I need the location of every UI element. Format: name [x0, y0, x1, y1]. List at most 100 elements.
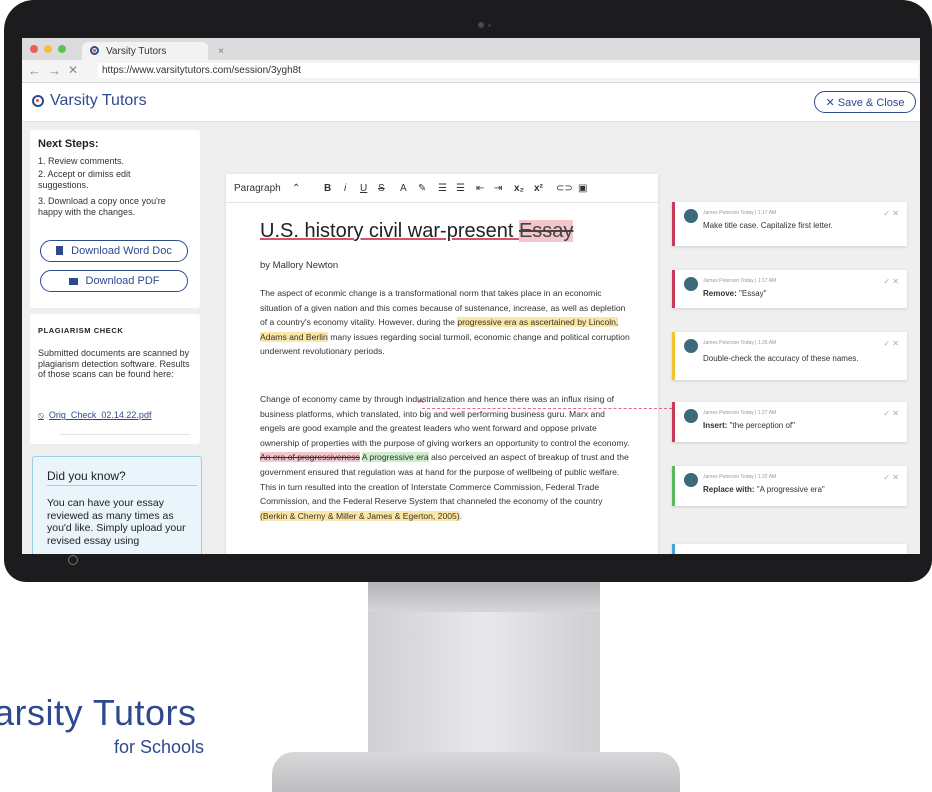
font-color-icon[interactable]: A: [400, 183, 407, 194]
download-word-label: Download Word Doc: [71, 245, 172, 257]
divider: [60, 434, 190, 435]
reject-icon[interactable]: ✕: [892, 473, 899, 482]
download-pdf-button[interactable]: Download PDF: [40, 270, 188, 292]
webcam: [478, 22, 484, 28]
plagiarism-file-name: Orig_Check_02.14.22.pdf: [48, 410, 152, 420]
comment-text: Insert: "the perception of": [703, 421, 899, 430]
paragraph-style-select[interactable]: Paragraph: [234, 183, 281, 194]
comment-actions: ✓ ✕: [883, 209, 899, 218]
url-input[interactable]: https://www.varsitytutors.com/session/3y…: [98, 63, 918, 78]
accept-icon[interactable]: ✓: [883, 209, 890, 218]
reject-icon[interactable]: ✕: [892, 339, 899, 348]
webcam-sensor: [488, 24, 491, 27]
comment-meta: James Peterson Today | 1:17 AM: [703, 210, 777, 216]
comment-actions: ✓ ✕: [883, 473, 899, 482]
highlight-icon[interactable]: ✎: [418, 183, 426, 194]
comment-body: Double-check the accuracy of these names…: [703, 354, 859, 363]
plagiarism-file-link[interactable]: ⦸ Orig_Check_02.14.22.pdf: [38, 410, 151, 421]
comment-body: Make title case. Capitalize first letter…: [703, 221, 833, 230]
avatar: [683, 408, 699, 424]
comment-meta: James Peterson Today | 1:27 AM: [703, 410, 777, 416]
highlighted-citation[interactable]: (Berkin & Cherny & Miller & James & Eger…: [260, 510, 460, 521]
save-close-button[interactable]: ✕ Save & Close: [814, 91, 916, 113]
bullet-list-icon[interactable]: ☰: [456, 183, 465, 194]
image-icon[interactable]: ▣: [578, 183, 587, 194]
avatar: [683, 276, 699, 292]
inserted-text[interactable]: A progressive era: [361, 452, 429, 463]
comment-text: Remove: "Essay": [703, 289, 899, 298]
document-byline: by Mallory Newton: [260, 260, 339, 271]
indent-icon[interactable]: ⇥: [494, 183, 502, 194]
avatar: [683, 338, 699, 354]
power-icon: [68, 555, 78, 565]
comment-connector: [422, 408, 672, 409]
subscript-icon[interactable]: x₂: [514, 183, 524, 194]
browser-tab[interactable]: Varsity Tutors ×: [82, 42, 224, 60]
plagiarism-card: PLAGIARISM CHECK Submitted documents are…: [30, 314, 200, 444]
forward-icon[interactable]: →: [48, 63, 61, 78]
screen: Varsity Tutors × ← → ✕ https://www.varsi…: [22, 38, 920, 554]
italic-icon[interactable]: i: [344, 183, 346, 194]
maximize-window-dot[interactable]: [58, 45, 66, 53]
reject-icon[interactable]: ✕: [892, 409, 899, 418]
close-window-dot[interactable]: [30, 45, 38, 53]
monitor-base: [272, 752, 680, 792]
tab-title: Varsity Tutors: [106, 46, 167, 57]
document-editor[interactable]: Paragraph ⌃ B i U S A ✎ ☰ ☰ ⇤ ⇥ x₂ x² ⊂⊃…: [226, 174, 658, 554]
comment-actions: ✓ ✕: [883, 339, 899, 348]
strikethrough-icon[interactable]: S: [378, 183, 385, 194]
avatar: [683, 472, 699, 488]
tab-close-icon[interactable]: ×: [218, 46, 224, 57]
pdf-icon: [68, 278, 78, 285]
underline-icon[interactable]: U: [360, 183, 367, 194]
comment-card[interactable]: James Peterson Today | 1:17 AM ✓ ✕ Remov…: [672, 270, 907, 308]
outdent-icon[interactable]: ⇤: [476, 183, 484, 194]
did-you-know-title: Did you know?: [47, 469, 126, 483]
step-item: 3. Download a copy once you're happy wit…: [38, 196, 166, 217]
accept-icon[interactable]: ✓: [883, 409, 890, 418]
comment-card[interactable]: James Peterson Today | 1:32 AM ✓ ✕ Repla…: [672, 466, 907, 506]
ordered-list-icon[interactable]: ☰: [438, 183, 447, 194]
comment-card[interactable]: James Peterson Today | 1:26 AM ✓ ✕ Doubl…: [672, 332, 907, 380]
accept-icon[interactable]: ✓: [883, 277, 890, 286]
varsity-logo-icon: [90, 46, 99, 55]
document-paragraph[interactable]: The aspect of econmic change is a transf…: [260, 286, 630, 359]
download-pdf-label: Download PDF: [85, 275, 160, 287]
bold-icon[interactable]: B: [324, 183, 331, 194]
comment-meta: James Peterson Today | 1:32 AM: [703, 474, 777, 480]
step-item: 2. Accept or dimiss edit suggestions.: [38, 169, 131, 190]
stop-icon[interactable]: ✕: [68, 63, 78, 77]
comment-card[interactable]: [672, 544, 907, 554]
comment-actions: ✓ ✕: [883, 277, 899, 286]
paragraph-text: Change of economy came by through indust…: [260, 394, 630, 448]
minimize-window-dot[interactable]: [44, 45, 52, 53]
title-deleted-word[interactable]: Essay: [518, 220, 574, 242]
app-name: Varsity Tutors: [50, 92, 147, 109]
editor-toolbar: Paragraph ⌃ B i U S A ✎ ☰ ☰ ⇤ ⇥ x₂ x² ⊂⊃…: [226, 174, 658, 203]
document-paragraph[interactable]: Change of economy came by through indust…: [260, 392, 630, 523]
monitor-stand-shadow: [368, 582, 600, 612]
avatar: [683, 208, 699, 224]
accept-icon[interactable]: ✓: [883, 473, 890, 482]
title-main: U.S. history civil war-present: [260, 220, 519, 242]
link-icon[interactable]: ⊂⊃: [556, 183, 573, 194]
divider: [47, 485, 197, 486]
deleted-text[interactable]: An era of progressiveness: [260, 452, 360, 463]
chevron-updown-icon[interactable]: ⌃: [292, 183, 300, 194]
varsity-logo-icon: [32, 95, 44, 107]
comment-text: Double-check the accuracy of these names…: [703, 354, 899, 363]
reject-icon[interactable]: ✕: [892, 209, 899, 218]
comment-card[interactable]: James Peterson Today | 1:17 AM ✓ ✕ Make …: [672, 202, 907, 246]
comment-body: "A progressive era": [754, 485, 825, 494]
comment-card[interactable]: James Peterson Today | 1:27 AM ✓ ✕ Inser…: [672, 402, 907, 442]
app-header: Varsity Tutors ✕ Save & Close: [22, 83, 920, 122]
accept-icon[interactable]: ✓: [883, 339, 890, 348]
did-you-know-text: You can have your essay reviewed as many…: [47, 497, 186, 547]
superscript-icon[interactable]: x²: [534, 183, 543, 194]
document-title[interactable]: U.S. history civil war-present Essay: [260, 220, 574, 243]
download-word-button[interactable]: Download Word Doc: [40, 240, 188, 262]
paperclip-icon: ⦸: [38, 410, 44, 420]
back-icon[interactable]: ←: [28, 63, 41, 78]
brand-wordmark: arsity Tutors: [0, 692, 197, 733]
reject-icon[interactable]: ✕: [892, 277, 899, 286]
